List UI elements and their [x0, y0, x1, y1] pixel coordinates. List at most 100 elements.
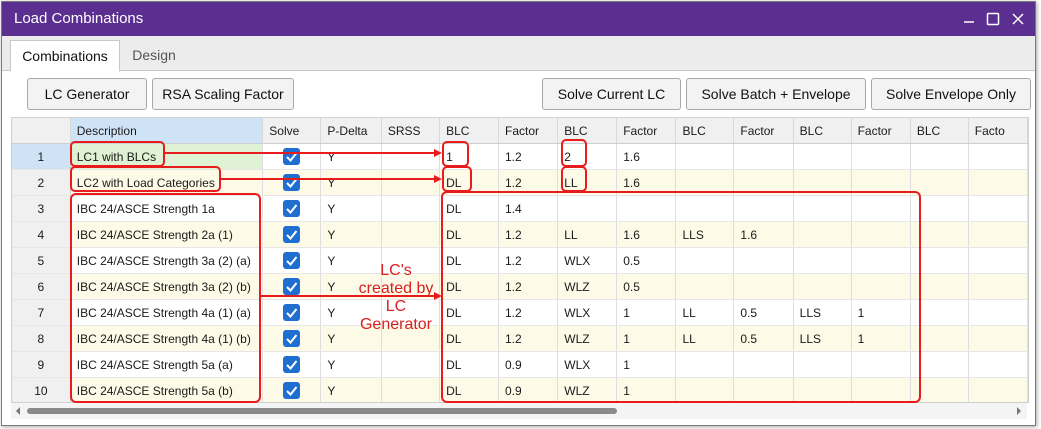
row-number[interactable]: 2 [12, 169, 71, 196]
col-header-factor[interactable]: Factor [616, 118, 677, 144]
blc-cell[interactable]: DL [439, 351, 499, 378]
solve-cell[interactable] [262, 195, 322, 222]
solve-current-lc-button[interactable]: Solve Current LC [542, 78, 681, 110]
blc-cell[interactable]: 1 [439, 143, 499, 170]
blc-cell[interactable]: WLX [557, 351, 618, 378]
blc-cell[interactable] [910, 195, 969, 222]
solve-checkbox[interactable] [283, 330, 301, 347]
pdelta-cell[interactable]: Y [320, 195, 382, 222]
factor-cell[interactable] [968, 299, 1028, 326]
row-number[interactable]: 6 [12, 273, 71, 300]
blc-cell[interactable] [675, 351, 735, 378]
description-cell[interactable]: IBC 24/ASCE Strength 5a (a) [70, 351, 264, 378]
factor-cell[interactable]: 0.9 [498, 377, 559, 402]
scroll-right-icon[interactable] [1015, 405, 1023, 420]
row-number[interactable]: 10 [12, 377, 71, 402]
blc-cell[interactable]: DL [439, 273, 499, 300]
factor-cell[interactable] [851, 247, 911, 274]
factor-cell[interactable] [851, 195, 911, 222]
srss-cell[interactable] [381, 221, 441, 248]
blc-cell[interactable]: WLX [557, 247, 618, 274]
factor-cell[interactable] [968, 325, 1028, 352]
description-cell[interactable]: IBC 24/ASCE Strength 4a (1) (b) [70, 325, 264, 352]
blc-cell[interactable]: 2 [557, 143, 618, 170]
solve-cell[interactable] [262, 221, 322, 248]
factor-cell[interactable] [733, 273, 794, 300]
scrollbar-thumb[interactable] [27, 408, 617, 414]
factor-cell[interactable] [851, 143, 911, 170]
row-number[interactable]: 3 [12, 195, 71, 222]
description-cell[interactable]: IBC 24/ASCE Strength 3a (2) (b) [70, 273, 264, 300]
solve-batch-envelope-button[interactable]: Solve Batch + Envelope [686, 78, 866, 110]
factor-cell[interactable]: 1.2 [498, 143, 559, 170]
table-row[interactable]: 5 IBC 24/ASCE Strength 3a (2) (a) Y DL 1.2 WL… [12, 247, 1028, 274]
factor-cell[interactable]: 1.2 [498, 221, 559, 248]
factor-cell[interactable]: 1 [851, 299, 911, 326]
col-header-solve[interactable]: Solve [262, 118, 322, 144]
factor-cell[interactable]: 1.2 [498, 273, 559, 300]
solve-checkbox[interactable] [283, 200, 301, 217]
factor-cell[interactable]: 0.5 [733, 325, 794, 352]
table-row[interactable]: 10 IBC 24/ASCE Strength 5a (b) Y DL 0.9 WLZ 1 [12, 377, 1028, 402]
factor-cell[interactable]: 1.4 [498, 195, 559, 222]
factor-cell[interactable]: 1.6 [733, 221, 794, 248]
maximize-icon[interactable] [980, 2, 1006, 36]
factor-cell[interactable]: 0.5 [616, 273, 677, 300]
pdelta-cell[interactable]: Y [320, 221, 382, 248]
blc-cell[interactable] [675, 169, 735, 196]
blc-cell[interactable] [675, 377, 735, 402]
row-number[interactable]: 1 [12, 143, 71, 170]
solve-checkbox[interactable] [283, 356, 301, 373]
factor-cell[interactable]: 1 [851, 325, 911, 352]
srss-cell[interactable] [381, 195, 441, 222]
description-cell[interactable]: LC1 with BLCs [70, 143, 264, 170]
close-icon[interactable] [1005, 2, 1031, 36]
blc-cell[interactable] [910, 377, 969, 402]
factor-cell[interactable]: 0.5 [733, 299, 794, 326]
col-header-description[interactable]: Description [70, 118, 264, 144]
solve-checkbox[interactable] [283, 226, 301, 243]
solve-cell[interactable] [262, 325, 322, 352]
table-row[interactable]: 9 IBC 24/ASCE Strength 5a (a) Y DL 0.9 WLX 1 [12, 351, 1028, 378]
row-number[interactable]: 8 [12, 325, 71, 352]
blc-cell[interactable]: LL [557, 169, 618, 196]
blc-cell[interactable]: DL [439, 221, 499, 248]
solve-cell[interactable] [262, 351, 322, 378]
blc-cell[interactable] [793, 351, 852, 378]
row-number[interactable]: 4 [12, 221, 71, 248]
blc-cell[interactable]: LLS [675, 221, 735, 248]
blc-cell[interactable] [675, 273, 735, 300]
tab-design[interactable]: Design [120, 40, 188, 70]
solve-checkbox[interactable] [283, 148, 301, 165]
blc-cell[interactable] [675, 143, 735, 170]
blc-cell[interactable] [910, 221, 969, 248]
factor-cell[interactable]: 1.6 [616, 143, 677, 170]
factor-cell[interactable]: 1 [616, 377, 677, 402]
factor-cell[interactable] [851, 351, 911, 378]
blc-cell[interactable]: DL [439, 325, 499, 352]
factor-cell[interactable] [616, 195, 677, 222]
col-header-factor[interactable]: Factor [498, 118, 559, 144]
factor-cell[interactable] [968, 351, 1028, 378]
blc-cell[interactable] [675, 247, 735, 274]
blc-cell[interactable]: LLS [793, 325, 852, 352]
table-row[interactable]: 8 IBC 24/ASCE Strength 4a (1) (b) Y DL 1.2 WL… [12, 325, 1028, 352]
blc-cell[interactable]: LL [675, 325, 735, 352]
solve-checkbox[interactable] [283, 252, 301, 269]
factor-cell[interactable] [968, 247, 1028, 274]
title-bar[interactable]: Load Combinations [2, 2, 1035, 36]
factor-cell[interactable]: 1 [616, 325, 677, 352]
factor-cell[interactable] [851, 273, 911, 300]
solve-cell[interactable] [262, 169, 322, 196]
description-cell[interactable]: IBC 24/ASCE Strength 1a [70, 195, 264, 222]
factor-cell[interactable]: 0.5 [616, 247, 677, 274]
row-number[interactable]: 5 [12, 247, 71, 274]
col-header-factor[interactable]: Facto [968, 118, 1028, 144]
col-header-blc[interactable]: BLC [675, 118, 735, 144]
factor-cell[interactable] [733, 351, 794, 378]
factor-cell[interactable] [968, 143, 1028, 170]
factor-cell[interactable]: 1.6 [616, 169, 677, 196]
col-header-pdelta[interactable]: P-Delta [320, 118, 382, 144]
blc-cell[interactable]: DL [439, 247, 499, 274]
solve-checkbox[interactable] [283, 174, 301, 191]
